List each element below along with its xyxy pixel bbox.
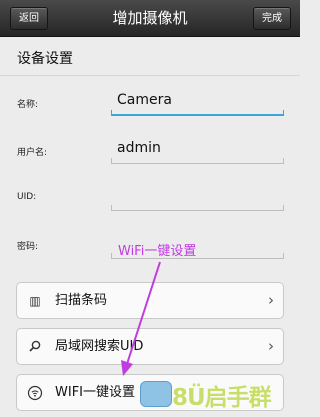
watermark-logo [140, 381, 172, 407]
watermark-text: 8Ü启手群 [172, 385, 272, 411]
annotation-arrow [121, 261, 161, 376]
